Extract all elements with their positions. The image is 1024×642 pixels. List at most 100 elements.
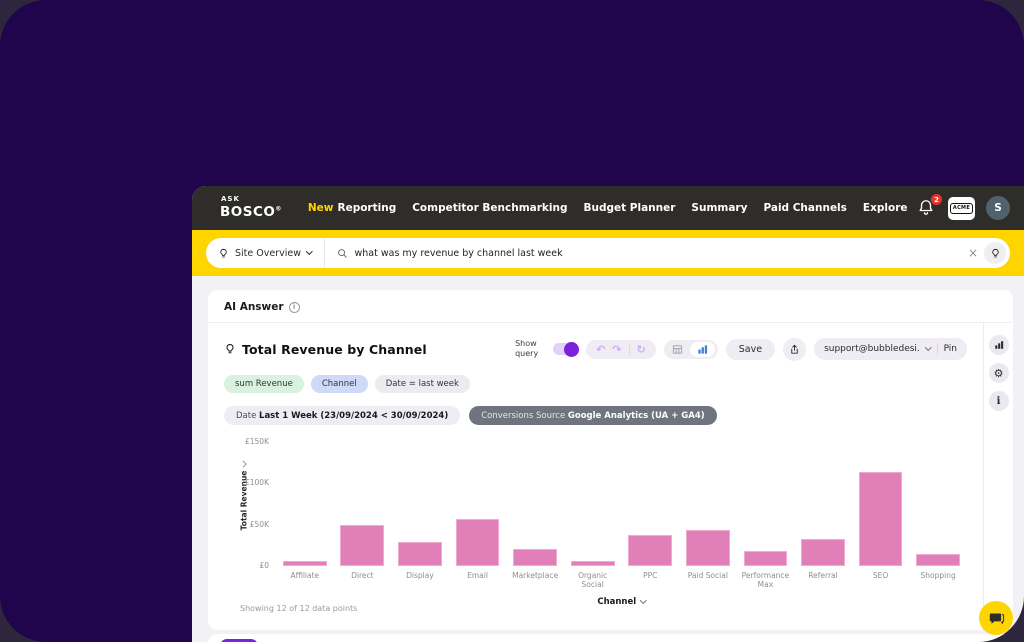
bar-affiliate[interactable]: [283, 561, 327, 566]
brand-line1: ASK: [221, 196, 282, 203]
bar-referral[interactable]: [801, 539, 845, 566]
bar-shopping[interactable]: [916, 554, 960, 566]
table-view-button[interactable]: [667, 342, 688, 357]
bar-slot: [852, 442, 910, 566]
notification-badge: 2: [931, 194, 942, 205]
chart-view-button[interactable]: [690, 342, 715, 357]
chat-bubbles-icon: [988, 610, 1005, 627]
y-tick-label: £100K: [245, 478, 269, 487]
chevron-down-icon: [239, 461, 245, 467]
clear-query-button[interactable]: ×: [962, 246, 984, 260]
email-dropdown[interactable]: support@bubbledesi...: [824, 344, 920, 354]
gear-icon: ⚙: [994, 367, 1004, 380]
bar-slot: [334, 442, 392, 566]
bar-email[interactable]: [456, 519, 500, 566]
x-tick-label: Referral: [794, 571, 852, 590]
undo-button[interactable]: ↶: [596, 344, 605, 355]
bar-slot: [794, 442, 852, 566]
chart-settings-button[interactable]: [989, 335, 1009, 355]
bar-seo[interactable]: [859, 472, 903, 566]
show-query-toggle[interactable]: [553, 343, 578, 355]
result-title: Total Revenue by Channel: [242, 342, 427, 357]
x-tick-label: Performance Max: [737, 571, 795, 590]
bosco-bulb-icon: [990, 248, 1001, 259]
bar-slot: [449, 442, 507, 566]
x-tick-label: Email: [449, 571, 507, 590]
x-tick-label: Marketplace: [506, 571, 564, 590]
bar-paid-social[interactable]: [686, 530, 730, 566]
result-toolbar: Show query ↶ ↷ ↻: [515, 338, 967, 361]
bar-ppc[interactable]: [628, 535, 672, 566]
save-button[interactable]: Save: [726, 339, 775, 360]
tag-date[interactable]: Date = last week: [375, 375, 470, 393]
bar-chart-icon: [994, 340, 1004, 350]
bar-organic-social[interactable]: [571, 561, 615, 566]
chat-launcher-button[interactable]: [979, 601, 1013, 635]
info-rail-button[interactable]: i: [989, 391, 1009, 411]
query-bar: Site Overview what was my revenue by cha…: [192, 230, 1024, 276]
bar-slot: [679, 442, 737, 566]
x-tick-label: Direct: [334, 571, 392, 590]
user-avatar[interactable]: S: [986, 196, 1010, 220]
nav-right-cluster: 2 ACME S: [917, 196, 1010, 220]
search-input[interactable]: what was my revenue by channel last week: [325, 248, 962, 259]
nav-item-budget-planner[interactable]: Budget Planner: [583, 202, 675, 214]
bar-display[interactable]: [398, 542, 442, 566]
bar-performance-max[interactable]: [744, 551, 788, 566]
content-area: AI Answer i ⚙ i: [192, 276, 1024, 642]
table-icon: [672, 344, 683, 355]
data-points-count: Showing 12 of 12 data points: [240, 604, 357, 613]
nav-item-summary[interactable]: Summary: [691, 202, 747, 214]
date-filter-chip[interactable]: Date Last 1 Week (23/09/2024 < 30/09/202…: [224, 406, 460, 425]
conversions-source-chip[interactable]: Conversions Source Google Analytics (UA …: [469, 406, 716, 425]
top-navbar: ASK BOSCO® NewReporting Competitor Bench…: [192, 186, 1024, 230]
scope-label: Site Overview: [235, 248, 301, 259]
notifications-button[interactable]: 2: [917, 198, 937, 218]
view-toggle: [664, 340, 718, 359]
chevron-down-icon: [306, 248, 312, 254]
pin-button[interactable]: Pin: [944, 344, 957, 354]
nav-item-paid-channels[interactable]: Paid Channels: [763, 202, 846, 214]
y-tick-label: £50K: [250, 520, 269, 529]
y-axis-label[interactable]: Total Revenue: [240, 462, 249, 530]
info-icon[interactable]: i: [289, 302, 300, 313]
search-icon: [337, 248, 348, 259]
brand-logo[interactable]: ASK BOSCO®: [220, 196, 282, 220]
scope-dropdown[interactable]: Site Overview: [206, 238, 325, 268]
tag-dimension[interactable]: Channel: [311, 375, 368, 393]
filter-chips: Date Last 1 Week (23/09/2024 < 30/09/202…: [224, 406, 967, 425]
y-tick-label: £0: [259, 561, 269, 570]
chart-footer: Showing 12 of 12 data points Channel: [276, 597, 967, 613]
nav-item-explore[interactable]: Explore: [863, 202, 908, 214]
show-query-label: Show query: [515, 339, 545, 360]
result-title-row: Total Revenue by Channel Show query ↶ ↷ …: [224, 336, 967, 362]
x-axis-selector[interactable]: Channel: [276, 597, 967, 607]
export-button[interactable]: [783, 338, 806, 361]
submit-query-button[interactable]: [984, 242, 1006, 264]
nav-item-reporting[interactable]: NewReporting: [308, 202, 396, 214]
history-controls: ↶ ↷ ↻: [586, 340, 656, 359]
x-tick-label: Display: [391, 571, 449, 590]
nav-item-competitor-benchmarking[interactable]: Competitor Benchmarking: [412, 202, 567, 214]
search-pill: Site Overview what was my revenue by cha…: [206, 238, 1010, 268]
ai-answer-title: AI Answer: [224, 301, 284, 313]
bar-direct[interactable]: [340, 525, 384, 566]
nav-items: NewReporting Competitor Benchmarking Bud…: [308, 202, 917, 214]
plot-area: [276, 442, 967, 566]
divider: [629, 344, 630, 355]
org-badge[interactable]: ACME: [948, 197, 975, 220]
ai-answer-card: AI Answer i ⚙ i: [208, 290, 1013, 630]
tag-metric[interactable]: sum Revenue: [224, 375, 304, 393]
settings-button[interactable]: ⚙: [989, 363, 1009, 383]
y-axis: Total Revenue £150K£100K£50K£0: [224, 442, 276, 566]
x-tick-label: PPC: [621, 571, 679, 590]
result-body: Total Revenue by Channel Show query ↶ ↷ …: [208, 336, 1013, 613]
next-card-partial: [208, 634, 1013, 642]
bar-marketplace[interactable]: [513, 549, 557, 566]
redo-button[interactable]: ↷: [612, 344, 621, 355]
refresh-button[interactable]: ↻: [637, 344, 646, 355]
query-text: what was my revenue by channel last week: [355, 248, 563, 259]
bar-slot: [391, 442, 449, 566]
app-window: ASK BOSCO® NewReporting Competitor Bench…: [192, 186, 1024, 642]
bar-slot: [909, 442, 967, 566]
